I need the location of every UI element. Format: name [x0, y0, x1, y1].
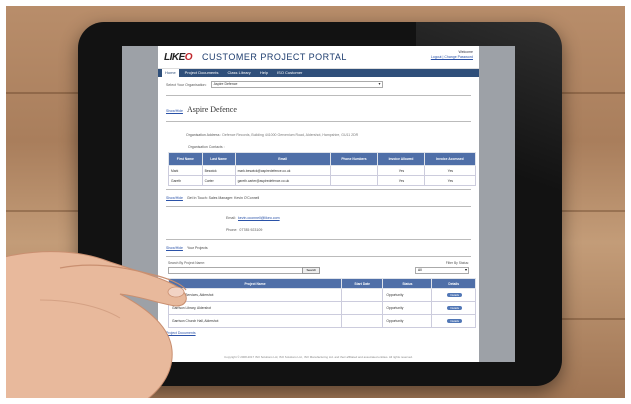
nav-class-library[interactable]: Class Library: [224, 69, 253, 77]
col-status: Status: [382, 278, 433, 289]
org-contacts-label: Organisation Contacts :: [188, 145, 225, 149]
col-project-name: Project Name: [168, 278, 342, 289]
manager-title: Get In Touch: Sales Manager: Kevin O'Con…: [186, 196, 260, 200]
details-button[interactable]: Details: [447, 306, 462, 310]
footer-copyright: Copyright © 2008-2017 ISO Solutions Ltd,…: [224, 355, 413, 359]
divider: [166, 239, 471, 240]
portal-header: LIKEO CUSTOMER PROJECT PORTAL Welcome Lo…: [158, 46, 479, 69]
portal-title: CUSTOMER PROJECT PORTAL: [202, 52, 347, 62]
col-invoice-allowed: Invoice Allowed: [377, 152, 425, 166]
org-address: Organisation Address : Defence Records, …: [186, 133, 359, 137]
org-select-label: Select Your Organisation:: [166, 82, 207, 87]
col-first-name: First Name: [168, 152, 203, 166]
manager-contact: Email: kevin.oconnell@likeo.com Phone: 0…: [226, 216, 280, 232]
table-row: Garrison Church Hall, Aldershot Opportun…: [168, 314, 476, 328]
status-filter-select[interactable]: All: [415, 267, 469, 274]
company-logo: LIKEO: [164, 52, 193, 63]
portal-page: LIKEO CUSTOMER PROJECT PORTAL Welcome Lo…: [158, 46, 479, 362]
nav-help[interactable]: Help: [257, 69, 271, 77]
org-show-hide-link[interactable]: Show/Hide: [166, 109, 183, 113]
divider: [166, 206, 471, 207]
divider: [166, 189, 471, 190]
divider: [166, 121, 471, 122]
col-details: Details: [431, 278, 476, 289]
table-row: Mark Beswick mark.beswick@aspiredefence.…: [168, 165, 477, 176]
table-row: Gareth Carter gareth.carter@aspiredefenc…: [168, 175, 477, 186]
projects-show-hide-link[interactable]: Show/Hide: [166, 246, 183, 250]
org-select-row: Select Your Organisation: Aspire Defence: [158, 77, 479, 92]
logout-link[interactable]: Logout | Change Password: [431, 55, 473, 59]
search-button[interactable]: Search: [302, 267, 320, 274]
col-start-date: Start Date: [340, 278, 384, 289]
manager-show-hide-link[interactable]: Show/Hide: [166, 196, 183, 200]
projects-table: Project Name Start Date Status Details D…: [168, 278, 476, 328]
nav-home[interactable]: Home: [162, 69, 179, 77]
tablet-screen: LIKEO CUSTOMER PROJECT PORTAL Welcome Lo…: [122, 46, 515, 362]
manager-phone: 07785 923109: [239, 228, 263, 232]
col-invoice-accessed: Invoice Accessed: [423, 152, 477, 166]
org-name: Aspire Defence: [186, 105, 237, 114]
org-select[interactable]: Aspire Defence: [210, 81, 383, 88]
project-documents-link[interactable]: Project Documents: [166, 331, 196, 335]
project-filter-row: Search All: [158, 266, 479, 275]
project-search-input[interactable]: Search: [168, 267, 320, 274]
nav-iso-customer[interactable]: ISO Customer: [274, 69, 305, 77]
col-phone: Phone Numbers: [329, 152, 379, 166]
project-docs-row: Project Documents: [158, 328, 479, 338]
table-row: Garrison Library, Aldershot Opportunity …: [168, 301, 476, 315]
main-nav: Home Project Documents Class Library Hel…: [158, 69, 479, 77]
details-button[interactable]: Details: [447, 293, 462, 297]
projects-heading: Show/Hide Your Projects: [158, 243, 479, 253]
manager-email-link[interactable]: kevin.oconnell@likeo.com: [238, 216, 280, 220]
contacts-table: First Name Last Name Email Phone Numbers…: [168, 152, 477, 186]
org-heading: Show/Hide Aspire Defence: [158, 99, 479, 118]
nav-project-documents[interactable]: Project Documents: [182, 69, 222, 77]
projects-title: Your Projects: [186, 246, 208, 250]
account-links: Welcome Logout | Change Password: [430, 50, 473, 59]
col-email: Email: [234, 152, 331, 166]
col-last-name: Last Name: [201, 152, 236, 166]
details-button[interactable]: Details: [447, 319, 462, 323]
manager-heading: Show/Hide Get In Touch: Sales Manager: K…: [158, 193, 479, 203]
divider: [166, 95, 471, 96]
table-row: Defence Services, Aldershot Opportunity …: [168, 288, 476, 302]
divider: [166, 256, 471, 257]
